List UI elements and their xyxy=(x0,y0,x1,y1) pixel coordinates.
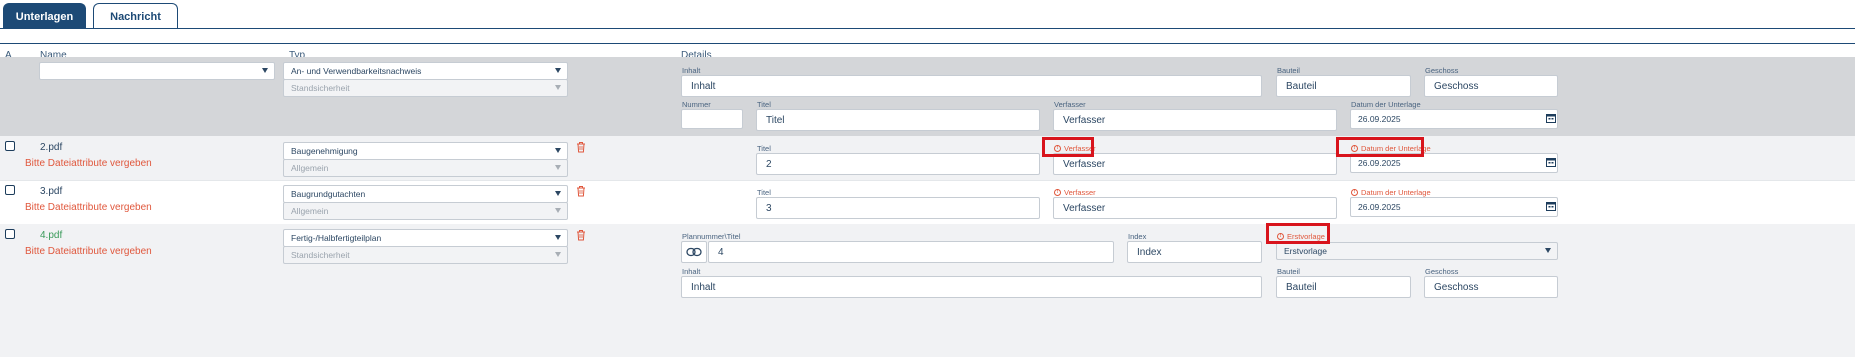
chevron-down-icon xyxy=(555,235,561,240)
nummer-label: Nummer xyxy=(682,100,711,109)
verfasser-error-label: ! Verfasser xyxy=(1054,188,1096,197)
subtyp-select: Allgemein xyxy=(283,159,568,177)
datum-filter-input[interactable]: 26.09.2025 xyxy=(1350,109,1558,129)
titel-input[interactable]: 3 xyxy=(756,197,1040,219)
geschoss-filter-input[interactable]: Geschoss xyxy=(1424,75,1558,97)
titel-label: Titel xyxy=(757,188,771,197)
titel-filter-input[interactable]: Titel xyxy=(756,109,1040,131)
verfasser-input[interactable]: Verfasser xyxy=(1053,153,1337,175)
verfasser-filter-input[interactable]: Verfasser xyxy=(1053,109,1337,131)
tab-unterlagen[interactable]: Unterlagen xyxy=(3,3,86,29)
titel-label: Titel xyxy=(757,100,771,109)
tab-bar-line xyxy=(0,28,1855,29)
nummer-filter-input[interactable] xyxy=(681,109,743,129)
trash-icon[interactable] xyxy=(575,185,587,197)
typ-select[interactable]: Fertig-/Halbfertigteilplan xyxy=(283,229,568,247)
chevron-down-icon xyxy=(555,165,561,170)
highlight-box xyxy=(1336,137,1424,157)
geschoss-input[interactable]: Geschoss xyxy=(1424,276,1558,298)
geschoss-label: Geschoss xyxy=(1425,66,1459,75)
chevron-down-icon xyxy=(262,68,268,73)
highlight-box xyxy=(1266,223,1330,244)
table-header-line xyxy=(0,43,1855,44)
subtyp-select: Allgemein xyxy=(283,202,568,220)
trash-icon[interactable] xyxy=(575,229,587,241)
row-checkbox[interactable] xyxy=(5,185,15,195)
subtyp-filter-select: Standsicherheit xyxy=(283,79,568,97)
row-divider xyxy=(0,180,1855,181)
verfasser-input[interactable]: Verfasser xyxy=(1053,197,1337,219)
highlight-box xyxy=(1042,137,1094,157)
plannummer-label: Plannummer\Titel xyxy=(682,232,741,241)
row-checkbox[interactable] xyxy=(5,229,15,239)
bauteil-input[interactable]: Bauteil xyxy=(1276,276,1411,298)
index-input[interactable]: Index xyxy=(1127,241,1262,263)
row-checkbox[interactable] xyxy=(5,141,15,151)
chevron-down-icon xyxy=(555,252,561,257)
tab-nachricht[interactable]: Nachricht xyxy=(93,3,178,29)
file-attribute-hint: Bitte Dateiattribute vergeben xyxy=(25,246,152,257)
typ-select[interactable]: Baugenehmigung xyxy=(283,142,568,160)
inhalt-label: Inhalt xyxy=(682,267,701,276)
geschoss-label: Geschoss xyxy=(1425,267,1459,276)
error-icon: ! xyxy=(1054,189,1061,196)
chevron-down-icon xyxy=(1545,248,1551,253)
link-button[interactable] xyxy=(681,241,707,263)
file-name[interactable]: 4.pdf xyxy=(40,230,62,241)
calendar-icon[interactable] xyxy=(1546,113,1556,123)
erstvorlage-select[interactable]: Erstvorlage xyxy=(1276,242,1558,260)
datum-error-label: ! Datum der Unterlage xyxy=(1351,188,1431,197)
datum-label: Datum der Unterlage xyxy=(1351,100,1421,109)
chevron-down-icon xyxy=(555,85,561,90)
file-name[interactable]: 3.pdf xyxy=(40,186,62,197)
inhalt-filter-input[interactable]: Inhalt xyxy=(681,75,1262,97)
error-icon: ! xyxy=(1351,189,1358,196)
typ-filter-select[interactable]: An- und Verwendbarkeitsnachweis xyxy=(283,62,568,80)
chevron-down-icon xyxy=(555,191,561,196)
inhalt-label: Inhalt xyxy=(682,66,701,75)
chevron-down-icon xyxy=(555,208,561,213)
titel-label: Titel xyxy=(757,144,771,153)
verfasser-label: Verfasser xyxy=(1054,100,1086,109)
chevron-down-icon xyxy=(555,148,561,153)
bauteil-label: Bauteil xyxy=(1277,66,1300,75)
trash-icon[interactable] xyxy=(575,141,587,153)
index-label: Index xyxy=(1128,232,1147,241)
name-filter-select[interactable] xyxy=(39,62,275,80)
bauteil-filter-input[interactable]: Bauteil xyxy=(1276,75,1411,97)
file-attribute-hint: Bitte Dateiattribute vergeben xyxy=(25,202,152,213)
subtyp-select: Standsicherheit xyxy=(283,246,568,264)
chevron-down-icon xyxy=(555,68,561,73)
calendar-icon[interactable] xyxy=(1546,201,1556,211)
titel-input[interactable]: 2 xyxy=(756,153,1040,175)
inhalt-input[interactable]: Inhalt xyxy=(681,276,1262,298)
link-icon xyxy=(686,247,702,257)
datum-input[interactable]: 26.09.2025 xyxy=(1350,197,1558,217)
bauteil-label: Bauteil xyxy=(1277,267,1300,276)
typ-select[interactable]: Baugrundgutachten xyxy=(283,185,568,203)
plannummer-input[interactable]: 4 xyxy=(708,241,1114,263)
file-name[interactable]: 2.pdf xyxy=(40,142,62,153)
file-attribute-hint: Bitte Dateiattribute vergeben xyxy=(25,158,152,169)
calendar-icon[interactable] xyxy=(1546,157,1556,167)
